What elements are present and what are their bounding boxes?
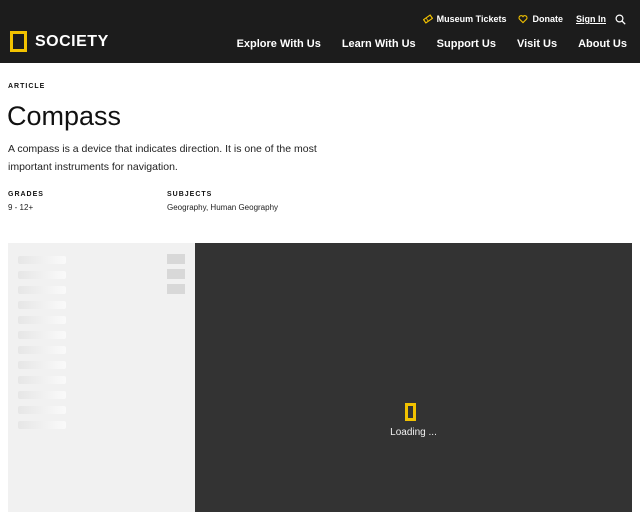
sign-in-link[interactable]: Sign In	[576, 14, 606, 24]
skeleton-line	[18, 256, 66, 264]
nav-visit-us[interactable]: Visit Us	[517, 37, 557, 51]
logo-text: SOCIETY	[35, 32, 109, 50]
donate-label: Donate	[532, 14, 563, 24]
grades-value: 9 - 12+	[8, 203, 34, 212]
skeleton-line	[18, 301, 66, 309]
nav-about-us[interactable]: About Us	[578, 37, 627, 51]
skeleton-line	[18, 406, 66, 414]
utility-bar: Museum Tickets Donate Sign In	[411, 12, 640, 26]
museum-tickets-label: Museum Tickets	[436, 14, 507, 24]
skeleton-line	[18, 361, 66, 369]
search-icon	[615, 13, 626, 25]
grades-label: GRADES	[8, 191, 44, 198]
main-nav: Explore With Us Learn With Us Support Us…	[237, 37, 627, 51]
nav-explore-with-us[interactable]: Explore With Us	[237, 37, 321, 51]
logo-yellow-border-icon	[10, 31, 27, 52]
museum-tickets-link[interactable]: Museum Tickets	[422, 14, 507, 24]
subjects-label: SUBJECTS	[167, 191, 213, 198]
nav-learn-with-us[interactable]: Learn With Us	[342, 37, 416, 51]
donate-link[interactable]: Donate	[518, 14, 563, 24]
site-header: SOCIETY Museum Tickets Donate Sign In Ex…	[0, 0, 640, 63]
skeleton-line	[18, 286, 66, 294]
skeleton-line	[18, 271, 66, 279]
nav-support-us[interactable]: Support Us	[437, 37, 496, 51]
subjects-value: Geography, Human Geography	[167, 203, 279, 212]
heart-icon	[518, 15, 528, 24]
ticket-icon	[422, 14, 433, 24]
skeleton-line	[18, 391, 66, 399]
skeleton-line	[18, 346, 66, 354]
skeleton-line	[18, 331, 66, 339]
loading-text: Loading ...	[390, 427, 437, 438]
skeleton-line	[18, 421, 66, 429]
article-kicker: ARTICLE	[8, 83, 46, 90]
skeleton-button	[167, 284, 185, 294]
interactive-viewer[interactable]: Loading ...	[195, 243, 632, 512]
skeleton-line	[18, 316, 66, 324]
skeleton-button	[167, 254, 185, 264]
page-title: Compass	[7, 101, 122, 131]
loading-logo-icon	[405, 403, 416, 421]
skeleton-line	[18, 376, 66, 384]
site-logo[interactable]: SOCIETY	[10, 31, 109, 52]
article-description: A compass is a device that indicates dir…	[8, 143, 317, 173]
skeleton-button	[167, 269, 185, 279]
search-button[interactable]	[615, 13, 626, 25]
viewer-sidebar	[8, 243, 195, 512]
